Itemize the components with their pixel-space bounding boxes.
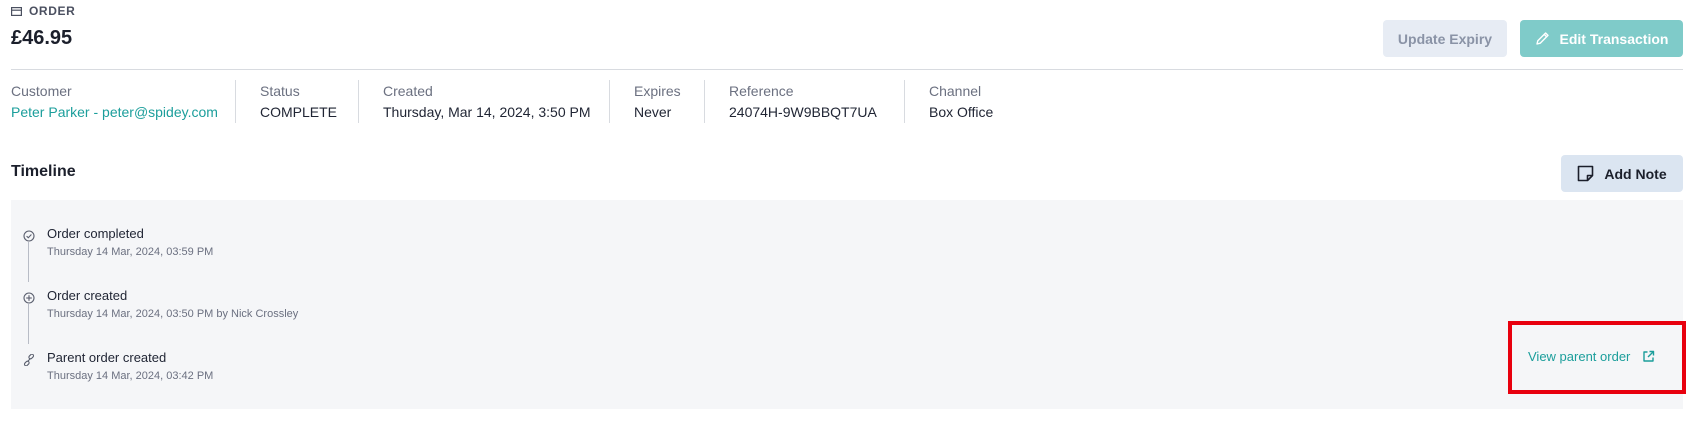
customer-label: Customer <box>11 83 72 99</box>
note-icon <box>1578 165 1594 182</box>
edit-transaction-label: Edit Transaction <box>1559 30 1669 47</box>
order-amount: £46.95 <box>11 27 73 49</box>
customer-field: Customer Peter Parker - peter@spidey.com <box>11 82 218 121</box>
expires-value: Never <box>634 104 672 120</box>
created-label: Created <box>383 83 433 99</box>
update-expiry-label: Update Expiry <box>1397 30 1493 47</box>
pencil-icon <box>1535 32 1549 45</box>
status-label: Status <box>260 83 300 99</box>
receipt-icon <box>11 6 22 16</box>
expires-field: Expires Never <box>634 82 681 121</box>
timeline-panel: Order completed Thursday 14 Mar, 2024, 0… <box>11 200 1683 409</box>
header-divider <box>11 69 1683 70</box>
timeline-item-title: Parent order created <box>47 350 167 365</box>
add-note-label: Add Note <box>1604 165 1667 182</box>
created-value: Thursday, Mar 14, 2024, 3:50 PM <box>383 104 591 120</box>
check-circle-icon <box>22 229 35 242</box>
status-field: Status COMPLETE <box>260 82 337 121</box>
timeline-connector <box>28 242 29 282</box>
reference-field: Reference 24074H-9W9BBQT7UA <box>729 82 877 121</box>
highlight-box <box>1508 321 1686 394</box>
update-expiry-button[interactable]: Update Expiry <box>1383 20 1507 57</box>
reference-label: Reference <box>729 83 794 99</box>
meta-divider <box>904 80 905 123</box>
order-label-text: ORDER <box>29 4 76 18</box>
link-icon <box>22 353 35 366</box>
meta-divider <box>235 80 236 123</box>
timeline-connector <box>28 304 29 344</box>
timeline-item-title: Order completed <box>47 226 144 241</box>
customer-link[interactable]: Peter Parker - peter@spidey.com <box>11 103 218 121</box>
channel-field: Channel Box Office <box>929 82 993 121</box>
timeline-item-subtitle: Thursday 14 Mar, 2024, 03:50 PM by Nick … <box>47 308 299 320</box>
edit-transaction-button[interactable]: Edit Transaction <box>1520 20 1683 57</box>
add-note-button[interactable]: Add Note <box>1561 155 1683 192</box>
timeline-item-subtitle: Thursday 14 Mar, 2024, 03:42 PM <box>47 370 214 382</box>
timeline-item-title: Order created <box>47 288 128 303</box>
timeline-title: Timeline <box>11 163 76 180</box>
created-field: Created Thursday, Mar 14, 2024, 3:50 PM <box>383 82 591 121</box>
channel-label: Channel <box>929 83 982 99</box>
plus-circle-icon <box>22 291 35 304</box>
reference-value: 24074H-9W9BBQT7UA <box>729 104 877 120</box>
meta-divider <box>609 80 610 123</box>
meta-divider <box>704 80 705 123</box>
channel-value: Box Office <box>929 104 994 120</box>
meta-divider <box>358 80 359 123</box>
order-section-label: ORDER <box>11 4 75 18</box>
expires-label: Expires <box>634 83 681 99</box>
timeline-item-subtitle: Thursday 14 Mar, 2024, 03:59 PM <box>47 246 214 258</box>
status-value: COMPLETE <box>260 104 338 120</box>
